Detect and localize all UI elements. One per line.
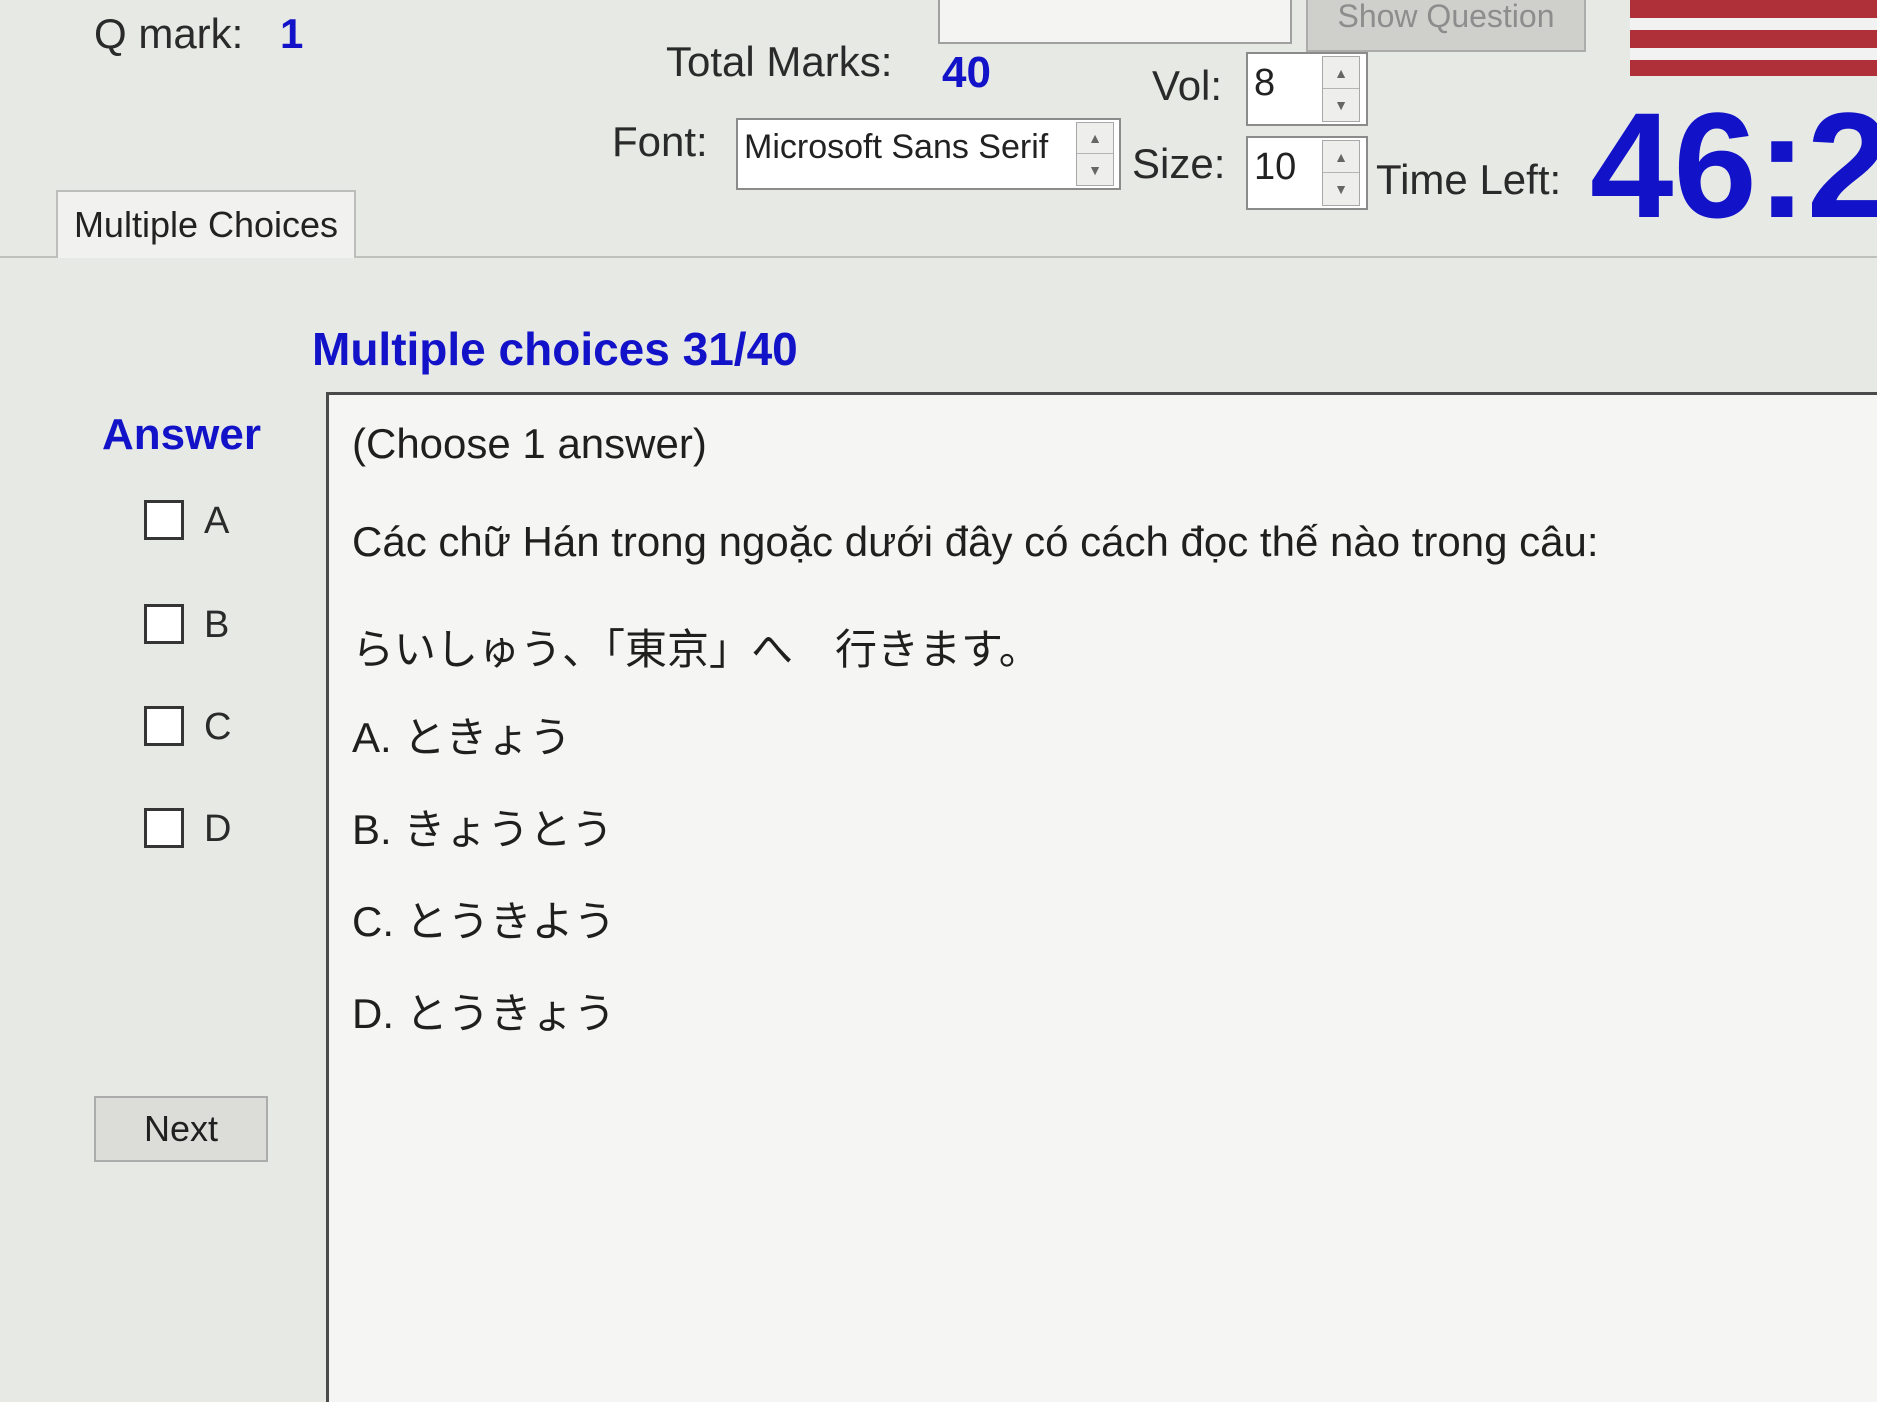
checkbox-b[interactable] bbox=[144, 604, 184, 644]
choice-a: A. ときょう bbox=[352, 714, 572, 761]
checkbox-a-label: A bbox=[204, 500, 230, 542]
vol-label: Vol: bbox=[1152, 62, 1223, 109]
size-label: Size: bbox=[1132, 140, 1226, 187]
section-title: Multiple choices 31/40 bbox=[312, 323, 798, 375]
flag-decoration bbox=[1630, 0, 1877, 80]
vol-spinner[interactable]: ▲ ▼ bbox=[1322, 56, 1360, 122]
checkbox-b-label: B bbox=[204, 604, 230, 646]
font-spinner[interactable]: ▲ ▼ bbox=[1076, 122, 1114, 186]
total-marks-value: 40 bbox=[942, 48, 991, 97]
question-instruction: (Choose 1 answer) bbox=[352, 420, 707, 467]
spin-up-icon[interactable]: ▲ bbox=[1077, 123, 1113, 154]
size-spinner[interactable]: ▲ ▼ bbox=[1322, 140, 1360, 206]
partial-field bbox=[938, 0, 1292, 44]
show-question-button[interactable]: Show Question bbox=[1306, 0, 1586, 52]
checkbox-d[interactable] bbox=[144, 808, 184, 848]
question-sentence: らいしゅう、「東京」へ 行きます。 bbox=[352, 626, 1041, 673]
choice-d: D. とうきょう bbox=[352, 990, 616, 1037]
question-prompt: Các chữ Hán trong ngoặc dưới đây có cách… bbox=[352, 518, 1599, 565]
checkbox-a[interactable] bbox=[144, 500, 184, 540]
font-label: Font: bbox=[612, 118, 708, 165]
choice-b: B. きょうとう bbox=[352, 806, 614, 853]
spin-down-icon[interactable]: ▼ bbox=[1077, 154, 1113, 185]
checkbox-c-label: C bbox=[204, 706, 232, 748]
spin-up-icon[interactable]: ▲ bbox=[1323, 141, 1359, 173]
spin-down-icon[interactable]: ▼ bbox=[1323, 89, 1359, 121]
checkbox-d-label: D bbox=[204, 808, 232, 850]
next-button[interactable]: Next bbox=[94, 1096, 268, 1162]
tab-label: Multiple Choices bbox=[73, 204, 339, 245]
q-mark-label: Q mark: bbox=[94, 10, 244, 57]
total-marks-label: Total Marks: bbox=[666, 38, 893, 85]
answer-title: Answer bbox=[102, 410, 261, 459]
font-select[interactable]: Microsoft Sans Serif bbox=[736, 118, 1121, 190]
checkbox-c[interactable] bbox=[144, 706, 184, 746]
q-mark-value: 1 bbox=[280, 10, 304, 57]
spin-up-icon[interactable]: ▲ bbox=[1323, 57, 1359, 89]
spin-down-icon[interactable]: ▼ bbox=[1323, 173, 1359, 205]
choice-c: C. とうきよう bbox=[352, 898, 616, 945]
time-left-value: 46:2 bbox=[1590, 81, 1877, 249]
time-left-label: Time Left: bbox=[1376, 156, 1562, 203]
tab-multiple-choices[interactable]: Multiple Choices bbox=[56, 190, 356, 258]
